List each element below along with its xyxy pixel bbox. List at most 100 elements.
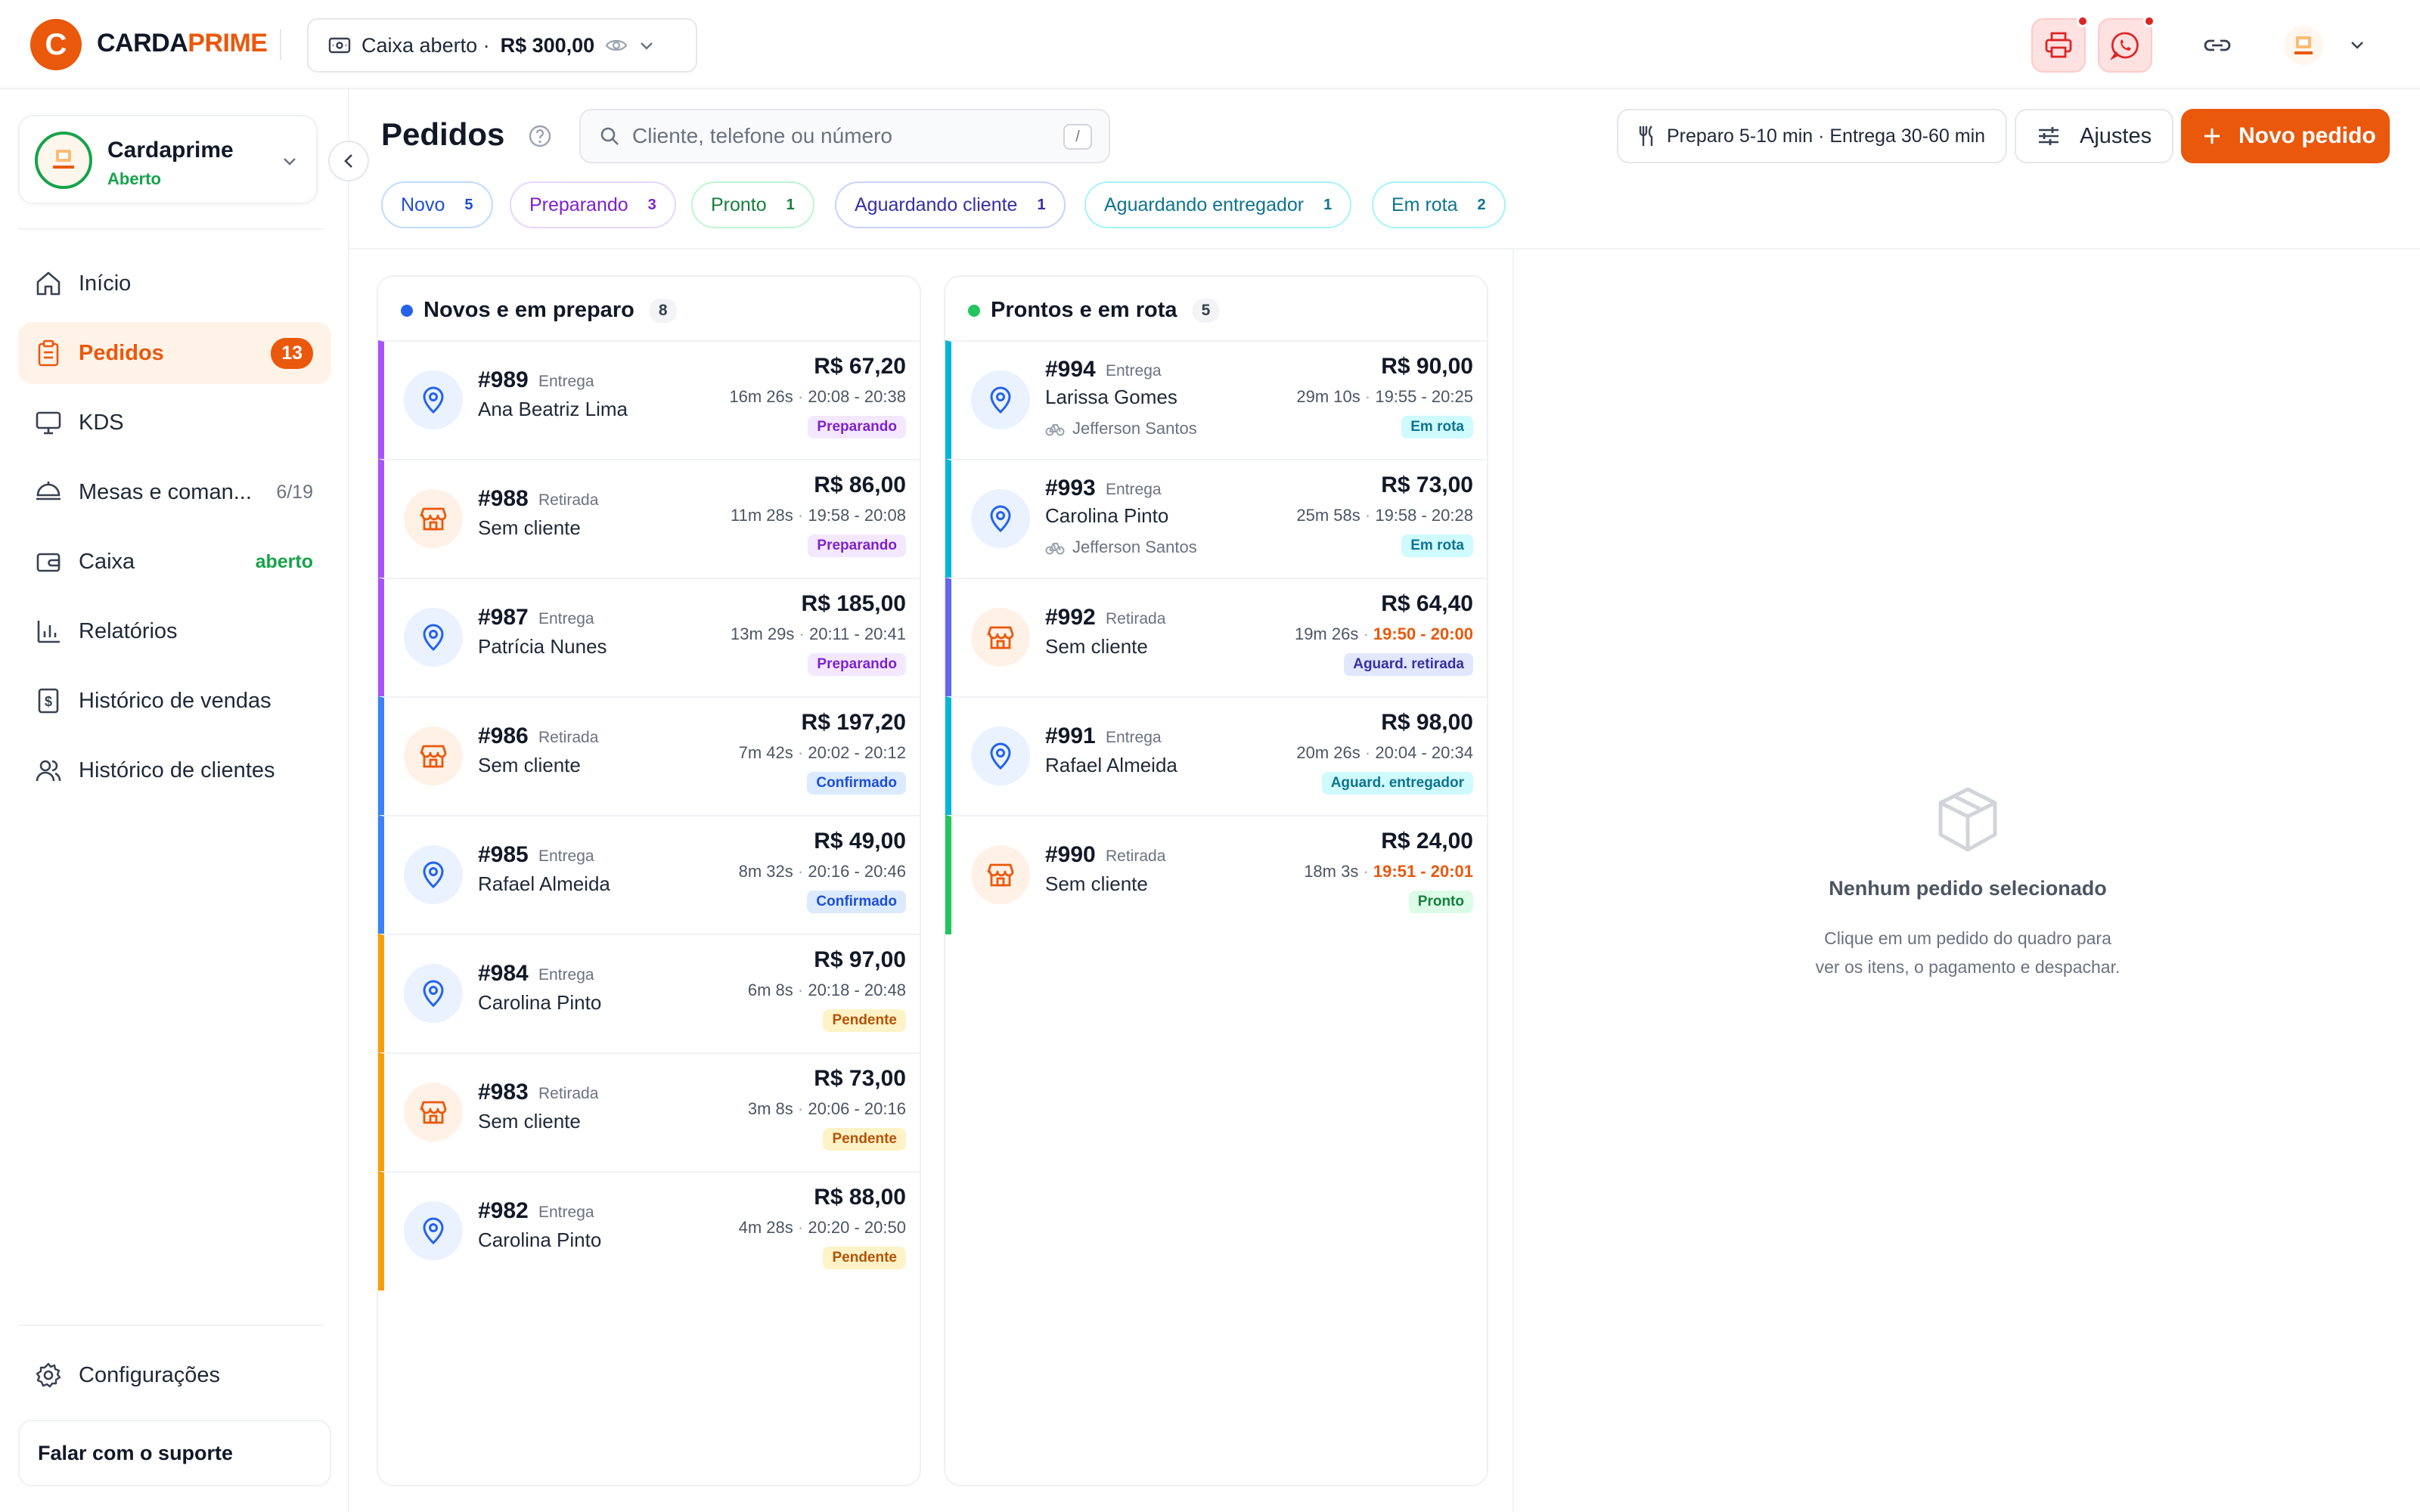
cardaprime-logo-icon <box>2294 36 2313 54</box>
order-amount: R$ 88,00 <box>814 1185 906 1210</box>
filter-chip-aguardando-entregador[interactable]: Aguardando entregador 1 <box>1084 181 1352 228</box>
store-icon <box>987 626 1014 649</box>
order-card[interactable]: #993 Entrega Carolina Pinto Jefferson Santo… <box>945 459 1487 578</box>
page-title: Pedidos <box>381 116 505 152</box>
order-card[interactable]: #985 Entrega Rafael Almeida R$ 49,00 8m 32s … <box>378 815 920 934</box>
order-detail-panel: Nenhum pedido selecionado Clique em um p… <box>1512 249 2420 1512</box>
order-amount: R$ 185,00 <box>801 591 906 616</box>
location-pin-icon <box>423 624 444 652</box>
order-card[interactable]: #984 Entrega Carolina Pinto R$ 97,00 6m 8s ·… <box>378 934 920 1053</box>
bar-chart-icon <box>37 621 60 643</box>
chevron-left-icon <box>344 154 352 168</box>
sidebar-item-caixa[interactable]: Caixa aberto <box>18 531 331 593</box>
sidebar-item-relatorios[interactable]: Relatórios <box>18 600 331 662</box>
printer-icon <box>2045 32 2072 58</box>
customer-name: Carolina Pinto <box>478 991 602 1014</box>
filter-chip-novo[interactable]: Novo 5 <box>381 181 493 228</box>
delivery-type-icon <box>404 964 463 1023</box>
order-type: Retirada <box>538 729 599 746</box>
store-status: Aberto <box>107 169 161 188</box>
status-badge: Preparando <box>808 416 906 438</box>
printer-button[interactable] <box>2031 15 2089 73</box>
order-card[interactable]: #982 Entrega Carolina Pinto R$ 88,00 4m 28s … <box>378 1171 920 1290</box>
customer-name: Sem cliente <box>478 754 581 776</box>
filter-chip-preparando[interactable]: Preparando 3 <box>510 181 676 228</box>
order-amount: R$ 73,00 <box>1381 472 1473 497</box>
sidebar-item-label: Relatórios <box>79 618 178 643</box>
status-badge: Pronto <box>1408 891 1473 913</box>
cash-status-dropdown[interactable]: Caixa aberto · R$ 300,00 <box>307 18 697 73</box>
link-icon <box>2204 39 2231 51</box>
sidebar-item-pedidos[interactable]: Pedidos 13 <box>18 322 331 384</box>
sidebar-item-historico-vendas[interactable]: $ Histórico de vendas <box>18 670 331 732</box>
logo-text[interactable]: CARDAPRIME <box>97 29 268 58</box>
customer-name: Patrícia Nunes <box>478 635 607 658</box>
collapse-sidebar-button[interactable] <box>328 141 369 181</box>
delivery-type-icon <box>971 727 1030 785</box>
pickup-type-icon <box>404 1083 463 1142</box>
order-number: #993 <box>1045 476 1096 500</box>
prep-time-text: Preparo 5-10 min · Entrega 30-60 min <box>1667 125 1986 147</box>
settings-button[interactable]: Ajustes <box>2015 109 2173 163</box>
dish-icon <box>36 482 60 500</box>
elapsed-time: 3m 8s <box>747 1099 793 1118</box>
link-button[interactable] <box>2190 18 2245 73</box>
search-input[interactable]: Cliente, telefone ou número / <box>579 109 1110 163</box>
order-amount: R$ 197,20 <box>801 710 906 735</box>
order-number: #992 <box>1045 605 1096 630</box>
help-icon[interactable] <box>528 124 552 148</box>
order-timing: 19m 26s · 19:50 - 20:00 <box>1294 624 1473 643</box>
pickup-type-icon <box>404 489 463 548</box>
monitor-icon <box>36 411 61 435</box>
delivery-type-icon <box>404 1201 463 1260</box>
order-card[interactable]: #992 Retirada Sem cliente R$ 64,40 19m 26s ·… <box>945 578 1487 697</box>
customer-name: Carolina Pinto <box>1045 504 1169 527</box>
delivery-type-icon <box>971 370 1030 429</box>
order-timing: 25m 58s · 19:58 - 20:28 <box>1296 506 1473 525</box>
order-card[interactable]: #991 Entrega Rafael Almeida R$ 98,00 20m 26s… <box>945 696 1487 816</box>
new-order-button[interactable]: Novo pedido <box>2181 109 2390 163</box>
account-avatar[interactable] <box>2284 26 2323 65</box>
whatsapp-button[interactable] <box>2098 15 2155 73</box>
store-icon <box>987 863 1014 887</box>
filter-chip-pronto[interactable]: Pronto 1 <box>691 181 814 228</box>
order-type: Retirada <box>1106 847 1166 865</box>
logo-badge[interactable]: C <box>30 19 82 70</box>
order-card[interactable]: #989 Entrega Ana Beatriz Lima R$ 67,20 16m 2… <box>378 340 920 460</box>
sidebar-item-historico-clientes[interactable]: Histórico de clientes <box>18 739 331 801</box>
sidebar-item-configuracoes[interactable]: Configurações <box>18 1344 331 1406</box>
order-number: #985 <box>478 842 529 867</box>
receipt-icon: $ <box>38 688 59 714</box>
order-card[interactable]: #986 Retirada Sem cliente R$ 197,20 7m 42s ·… <box>378 696 920 816</box>
sidebar-item-mesas[interactable]: Mesas e coman... 6/19 <box>18 461 331 523</box>
cash-status-text: aberto <box>255 550 313 572</box>
sidebar-item-label: Pedidos <box>79 340 164 365</box>
pickup-type-icon <box>971 845 1030 904</box>
order-card[interactable]: #983 Retirada Sem cliente R$ 73,00 3m 8s · 2… <box>378 1052 920 1172</box>
sidebar-item-kds[interactable]: KDS <box>18 392 331 454</box>
logo-text-part2: PRIME <box>188 29 268 57</box>
store-icon <box>420 1101 447 1124</box>
status-badge: Aguard. entregador <box>1321 772 1473 795</box>
support-button[interactable]: Falar com o suporte <box>18 1420 331 1486</box>
order-card[interactable]: #988 Retirada Sem cliente R$ 86,00 11m 28s ·… <box>378 459 920 578</box>
order-timing: 20m 26s · 20:04 - 20:34 <box>1296 743 1473 762</box>
location-pin-icon <box>423 861 444 889</box>
order-type: Entrega <box>538 847 594 865</box>
time-window: 20:08 - 20:38 <box>808 387 906 406</box>
utensils-icon <box>1639 125 1653 146</box>
filter-chip-aguardando-cliente[interactable]: Aguardando cliente 1 <box>835 181 1066 228</box>
sidebar-item-label: Histórico de clientes <box>79 758 275 782</box>
order-card[interactable]: #994 Entrega Larissa Gomes Jefferson Santos… <box>945 340 1487 460</box>
account-chevron-down-icon[interactable] <box>2349 39 2366 50</box>
sidebar-item-inicio[interactable]: Início <box>18 253 331 314</box>
kanban-column-prontos: Prontos e em rota 5 #994 Entrega Larissa G… <box>944 275 1488 1486</box>
order-type: Entrega <box>538 610 594 627</box>
store-selector[interactable]: Cardaprime Aberto <box>18 115 318 204</box>
status-badge: Em rota <box>1401 416 1473 438</box>
prep-time-info[interactable]: Preparo 5-10 min · Entrega 30-60 min <box>1617 109 2007 163</box>
filter-chip-em-rota[interactable]: Em rota 2 <box>1372 181 1506 228</box>
order-card[interactable]: #990 Retirada Sem cliente R$ 24,00 18m 3s · … <box>945 815 1487 934</box>
eye-icon[interactable] <box>605 37 628 54</box>
order-card[interactable]: #987 Entrega Patrícia Nunes R$ 185,00 13m 29… <box>378 578 920 697</box>
